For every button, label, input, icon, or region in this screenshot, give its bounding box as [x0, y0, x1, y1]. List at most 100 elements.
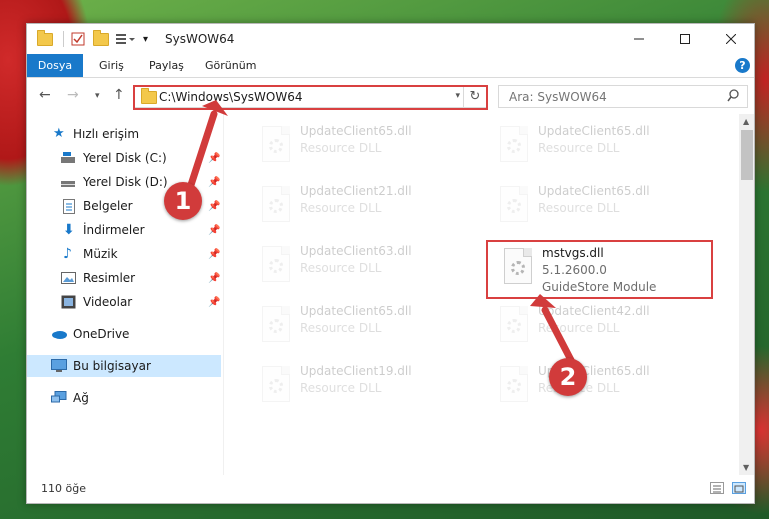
dll-file-icon [500, 306, 528, 342]
help-icon[interactable]: ? [735, 58, 750, 73]
tab-file[interactable]: Dosya [27, 54, 83, 77]
file-description: Resource DLL [300, 261, 382, 275]
file-name: UpdateClient42.dll [538, 304, 650, 318]
music-icon: ♪ [63, 246, 72, 262]
pin-icon[interactable]: 📌 [208, 153, 220, 164]
sidebar-item-videos[interactable]: Videolar 📌 [27, 291, 221, 313]
computer-icon [51, 359, 67, 373]
file-item[interactable]: UpdateClient65.dll Resource DLL [482, 120, 702, 176]
sidebar-item-this-pc[interactable]: Bu bilgisayar [27, 355, 221, 377]
sidebar-item-pictures[interactable]: Resimler 📌 [27, 267, 221, 289]
sidebar-item-downloads[interactable]: ⬇ İndirmeler 📌 [27, 219, 221, 241]
annotation-marker-2: 2 [549, 358, 587, 396]
file-item[interactable]: UpdateClient65.dll Resource DLL [482, 180, 702, 236]
view-options-icon[interactable] [115, 31, 137, 47]
minimize-button[interactable] [616, 24, 662, 54]
sidebar-item-label: Videolar [83, 295, 133, 309]
navigation-pane: ★ Hızlı erişim Yerel Disk (C:) 📌 Yerel D… [27, 114, 223, 475]
properties-icon[interactable] [71, 31, 85, 47]
separator [63, 31, 64, 47]
status-bar: 110 öğe [27, 475, 754, 503]
customize-toolbar-icon[interactable]: ▾ [143, 31, 148, 47]
file-item[interactable]: UpdateClient21.dll Resource DLL [244, 180, 464, 236]
details-view-icon[interactable] [710, 482, 724, 494]
file-description: Resource DLL [300, 381, 382, 395]
sidebar-item-label: İndirmeler [83, 223, 145, 237]
sidebar-item-label: Müzik [83, 247, 118, 261]
file-item[interactable]: UpdateClient65.dll Resource DLL [482, 360, 702, 416]
item-count: 110 öğe [41, 482, 86, 495]
dll-file-icon [262, 126, 290, 162]
file-description: Resource DLL [538, 201, 620, 215]
close-button[interactable] [708, 24, 754, 54]
file-name: UpdateClient65.dll [300, 304, 412, 318]
search-input[interactable] [507, 89, 711, 105]
sidebar-item-label: Yerel Disk (C:) [83, 151, 167, 165]
tab-home[interactable]: Giriş [99, 59, 124, 72]
scroll-up-arrow-icon[interactable]: ▲ [743, 117, 749, 126]
file-item[interactable]: UpdateClient42.dll Resource DLL [482, 300, 702, 356]
dll-file-icon [500, 366, 528, 402]
drive-icon [61, 152, 75, 166]
sidebar-item-label: Hızlı erişim [73, 127, 140, 141]
pin-icon[interactable]: 📌 [208, 249, 220, 260]
sidebar-item-onedrive[interactable]: OneDrive [27, 323, 221, 345]
sidebar-item-label: Belgeler [83, 199, 133, 213]
up-arrow-icon[interactable]: ↑ [113, 87, 125, 103]
file-item[interactable]: UpdateClient65.dll Resource DLL [244, 120, 464, 176]
pin-icon[interactable]: 📌 [208, 225, 220, 236]
sidebar-item-label: Resimler [83, 271, 136, 285]
file-description: Resource DLL [300, 141, 382, 155]
explorer-window: ▾ SysWOW64 Dosya Giriş Paylaş Görünüm ? … [26, 23, 755, 504]
pin-icon[interactable]: 📌 [208, 297, 220, 308]
file-description: Resource DLL [300, 321, 382, 335]
pin-icon[interactable]: 📌 [208, 201, 220, 212]
file-name: UpdateClient19.dll [300, 364, 412, 378]
recent-locations-chevron-icon[interactable]: ▾ [95, 91, 100, 101]
pin-icon[interactable]: 📌 [208, 273, 220, 284]
file-name: UpdateClient65.dll [300, 124, 412, 138]
file-item[interactable]: UpdateClient63.dll Resource DLL [244, 240, 464, 296]
new-folder-icon[interactable] [93, 29, 109, 47]
file-name: UpdateClient21.dll [300, 184, 412, 198]
file-name: UpdateClient65.dll [538, 184, 650, 198]
tab-view[interactable]: Görünüm [205, 59, 256, 72]
sidebar-item-label: Ağ [73, 391, 89, 405]
file-name: UpdateClient63.dll [300, 244, 412, 258]
sidebar-item-label: OneDrive [73, 327, 130, 341]
back-arrow-icon[interactable]: ← [39, 87, 51, 103]
file-description: Resource DLL [538, 321, 620, 335]
search-icon[interactable] [727, 89, 739, 105]
dll-file-icon [262, 306, 290, 342]
sidebar-item-quick-access[interactable]: ★ Hızlı erişim [27, 123, 221, 145]
drive-icon [61, 176, 75, 190]
search-box[interactable] [498, 85, 748, 108]
scroll-down-arrow-icon[interactable]: ▼ [743, 463, 749, 472]
vertical-scrollbar[interactable]: ▲ ▼ [739, 114, 754, 475]
sidebar-item-music[interactable]: ♪ Müzik 📌 [27, 243, 221, 265]
scroll-thumb[interactable] [741, 130, 753, 180]
sidebar-item-label: Yerel Disk (D:) [83, 175, 168, 189]
sidebar-item-network[interactable]: Ağ [27, 387, 221, 409]
dll-file-icon [262, 246, 290, 282]
file-description: Resource DLL [538, 141, 620, 155]
forward-arrow-icon[interactable]: → [67, 87, 79, 103]
network-icon [51, 391, 67, 405]
cloud-icon [51, 328, 67, 342]
pictures-icon [61, 272, 76, 286]
file-name: UpdateClient65.dll [538, 124, 650, 138]
sidebar-item-label: Bu bilgisayar [73, 359, 151, 373]
address-highlight-box [133, 85, 488, 110]
tab-share[interactable]: Paylaş [149, 59, 184, 72]
file-highlight-box [486, 240, 713, 299]
video-icon [61, 295, 76, 309]
maximize-button[interactable] [662, 24, 708, 54]
sidebar-item-local-disk-c[interactable]: Yerel Disk (C:) 📌 [27, 147, 221, 169]
file-item[interactable]: UpdateClient19.dll Resource DLL [244, 360, 464, 416]
document-icon [63, 199, 77, 214]
dll-file-icon [262, 366, 290, 402]
dll-file-icon [500, 186, 528, 222]
pin-icon[interactable]: 📌 [208, 177, 220, 188]
large-icons-view-icon[interactable] [732, 482, 746, 494]
file-item[interactable]: UpdateClient65.dll Resource DLL [244, 300, 464, 356]
